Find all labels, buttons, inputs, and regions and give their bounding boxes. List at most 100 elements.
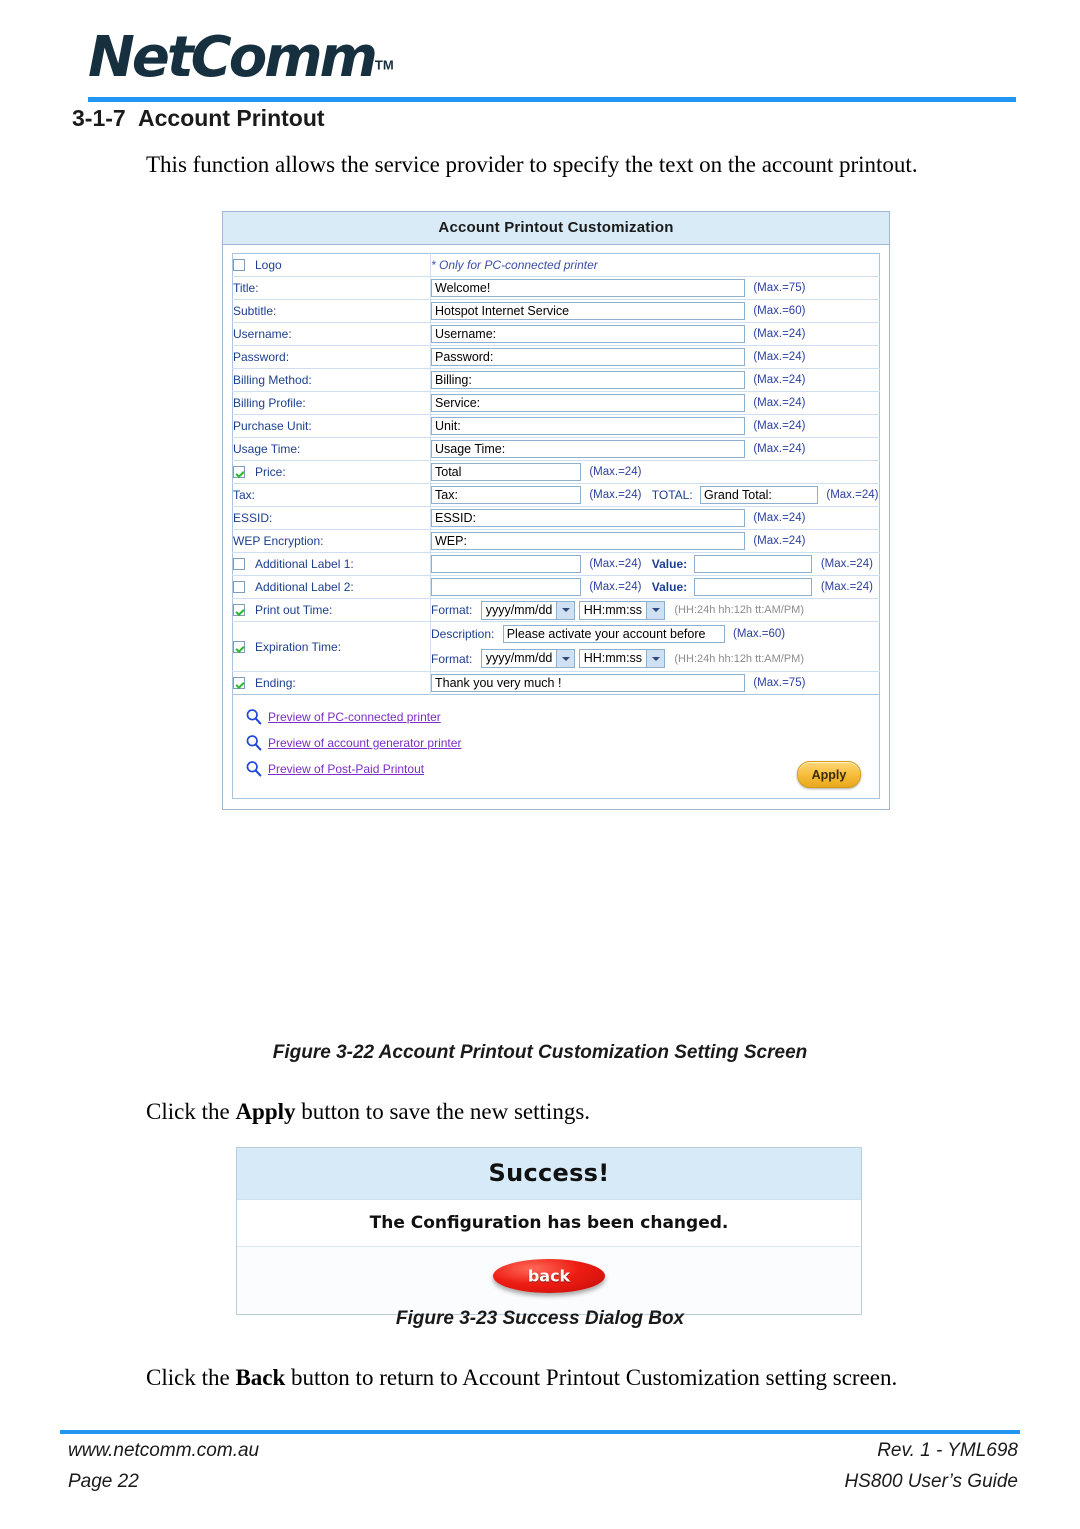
table-row: ESSID: (Max.=24) [232, 506, 880, 530]
expiration-date-format-select[interactable]: yyyy/mm/dd [480, 649, 576, 668]
table-row: Password: (Max.=24) [232, 345, 880, 369]
password-input[interactable] [431, 348, 745, 366]
print-date-format-select[interactable]: yyyy/mm/dd [480, 600, 576, 620]
additional-label-1-checkbox[interactable] [233, 558, 245, 570]
chevron-down-icon [646, 650, 665, 667]
printout-settings-table: Logo * Only for PC-connected printer Tit… [232, 253, 880, 695]
intro-paragraph: This function allows the service provide… [146, 152, 918, 177]
success-dialog-title: Success! [237, 1148, 861, 1200]
apply-paragraph-before: Click the [146, 1099, 236, 1124]
row-value-additional-label-1: (Max.=24) Value: (Max.=24) [430, 552, 880, 576]
expiration-time-checkbox[interactable] [233, 640, 245, 653]
total-label: TOTAL: [651, 488, 693, 502]
billing-method-input[interactable] [431, 371, 745, 389]
price-max: (Max.=24) [589, 466, 642, 478]
usage-time-max: (Max.=24) [753, 443, 806, 455]
price-checkbox[interactable] [233, 466, 245, 478]
additional-label-2-checkbox[interactable] [233, 581, 245, 593]
row-value-username: (Max.=24) [430, 322, 880, 346]
preview-account-generator-link[interactable]: Preview of account generator printer [268, 736, 461, 750]
print-time-format-select[interactable]: HH:mm:ss [578, 600, 666, 620]
title-input[interactable] [431, 279, 745, 297]
row-value-password: (Max.=24) [430, 345, 880, 369]
table-row: Username: (Max.=24) [232, 322, 880, 346]
preview-links-block: Preview of PC-connected printer Preview … [232, 695, 880, 799]
billing-profile-input[interactable] [431, 394, 745, 412]
header-rule [88, 97, 1016, 102]
wep-encryption-input[interactable] [431, 532, 745, 550]
apply-paragraph-bold: Apply [235, 1099, 296, 1124]
apply-button[interactable]: Apply [797, 761, 861, 788]
additional-label-1-max: (Max.=24) [589, 558, 642, 570]
ending-checkbox[interactable] [233, 677, 245, 689]
success-dialog-footer: back [237, 1247, 861, 1314]
expiration-format-label: Format: [431, 651, 473, 666]
print-format-label: Format: [431, 603, 473, 617]
subtitle-max: (Max.=60) [753, 305, 806, 317]
list-item[interactable]: Preview of PC-connected printer [245, 708, 867, 725]
logo-wordmark: NetComm [88, 25, 378, 90]
grand-total-max: (Max.=24) [826, 489, 879, 501]
row-label-purchase-unit: Purchase Unit: [232, 414, 431, 438]
billing-profile-max: (Max.=24) [753, 397, 806, 409]
expiration-time-label: Expiration Time: [255, 639, 342, 654]
username-max: (Max.=24) [753, 328, 806, 340]
price-input[interactable] [431, 463, 581, 481]
footer-guide-title: HS800 User’s Guide [844, 1471, 1018, 1492]
list-item[interactable]: Preview of account generator printer [245, 734, 867, 751]
list-item[interactable]: Preview of Post-Paid Printout [245, 760, 867, 777]
essid-input[interactable] [431, 509, 745, 527]
row-label-title: Title: [232, 276, 431, 300]
table-row: Logo * Only for PC-connected printer [232, 253, 880, 277]
additional-value-1-label: Value: [651, 557, 688, 571]
usage-time-input[interactable] [431, 440, 745, 458]
row-value-logo: * Only for PC-connected printer [430, 253, 880, 277]
preview-post-paid-link[interactable]: Preview of Post-Paid Printout [268, 762, 424, 776]
print-out-time-checkbox[interactable] [233, 604, 245, 616]
subtitle-input[interactable] [431, 302, 745, 320]
table-row: Purchase Unit: (Max.=24) [232, 414, 880, 438]
table-row: Tax: (Max.=24) TOTAL: (Max.=24) [232, 483, 880, 507]
tax-input[interactable] [431, 486, 581, 504]
panel-title: Account Printout Customization [223, 212, 889, 245]
additional-value-1-input[interactable] [694, 555, 813, 573]
additional-label-2-label: Additional Label 2: [255, 580, 354, 594]
row-label-password: Password: [232, 345, 431, 369]
username-input[interactable] [431, 325, 745, 343]
logo-checkbox[interactable] [233, 259, 245, 271]
back-paragraph-before: Click the [146, 1365, 236, 1390]
row-value-additional-label-2: (Max.=24) Value: (Max.=24) [430, 575, 880, 599]
additional-value-2-input[interactable] [694, 578, 813, 596]
additional-label-1-input[interactable] [431, 555, 581, 573]
row-value-essid: (Max.=24) [430, 506, 880, 530]
row-value-tax: (Max.=24) TOTAL: (Max.=24) [430, 483, 880, 507]
row-label-additional-label-1: Additional Label 1: [232, 552, 431, 576]
ending-input[interactable] [431, 674, 745, 692]
chevron-down-icon [646, 601, 665, 619]
back-button-label: back [527, 1266, 571, 1286]
table-row: Ending: (Max.=75) [232, 671, 880, 695]
table-row: Print out Time: Format: yyyy/mm/dd HH:mm… [232, 598, 880, 622]
expiration-description-row: Description: (Max.=60) [431, 622, 879, 646]
row-label-billing-method: Billing Method: [232, 368, 431, 392]
purchase-unit-input[interactable] [431, 417, 745, 435]
footer-website: www.netcomm.com.au [68, 1440, 260, 1461]
table-row: Billing Profile: (Max.=24) [232, 391, 880, 415]
expiration-description-input[interactable] [502, 625, 725, 643]
additional-label-2-input[interactable] [431, 578, 581, 596]
password-max: (Max.=24) [753, 351, 806, 363]
back-button[interactable]: back [493, 1259, 605, 1293]
row-value-ending: (Max.=75) [431, 672, 880, 695]
expiration-time-format-select[interactable]: HH:mm:ss [578, 649, 666, 668]
magnifier-icon [246, 735, 262, 751]
row-label-print-out-time: Print out Time: [232, 598, 431, 622]
expiration-date-format-value: yyyy/mm/dd [485, 651, 553, 665]
preview-pc-printer-link[interactable]: Preview of PC-connected printer [268, 710, 441, 724]
logo-label: Logo [255, 258, 282, 272]
grand-total-input[interactable] [700, 486, 819, 504]
additional-label-2-max: (Max.=24) [589, 581, 642, 593]
print-date-format-value: yyyy/mm/dd [485, 602, 553, 617]
row-label-expiration-time: Expiration Time: [232, 621, 431, 672]
table-row: Expiration Time: Description: (Max.=60) … [232, 621, 880, 672]
row-label-subtitle: Subtitle: [232, 299, 431, 323]
